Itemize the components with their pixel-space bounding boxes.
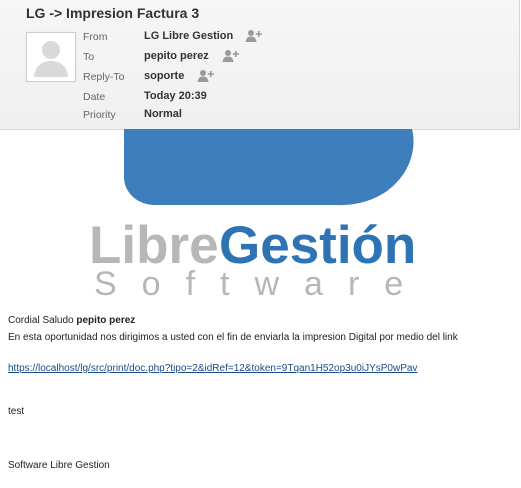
recipient-name: pepito perez [76, 315, 136, 326]
header-row-date: Date Today 20:39 [0, 89, 519, 107]
header-row-from: From LG Libre Gestion [0, 29, 519, 47]
print-link-line: https://localhost/lg/src/print/doc.php?t… [8, 363, 417, 374]
note-text: test [8, 406, 25, 417]
reply-to-value[interactable]: soporte [144, 70, 184, 82]
cloud-shape [124, 129, 414, 206]
add-contact-icon[interactable] [197, 69, 215, 85]
print-link[interactable]: https://localhost/lg/src/print/doc.php?t… [8, 363, 417, 374]
signature-text: Software Libre Gestion [8, 460, 110, 471]
to-label: To [83, 51, 95, 63]
header-row-reply-to: Reply-To soporte [0, 69, 519, 87]
reply-to-label: Reply-To [83, 71, 125, 83]
priority-value: Normal [144, 108, 182, 120]
date-label: Date [83, 91, 106, 103]
add-contact-icon[interactable] [245, 29, 263, 45]
greeting-line: Cordial Saludo pepito perez [8, 315, 135, 326]
from-label: From [83, 31, 108, 43]
greeting-text: Cordial Saludo [8, 315, 74, 326]
priority-label: Priority [83, 109, 116, 121]
intro-text: En esta oportunidad nos dirigimos a uste… [8, 332, 458, 343]
header-row-to: To pepito perez [0, 49, 519, 67]
date-value: Today 20:39 [144, 90, 207, 102]
from-value[interactable]: LG Libre Gestion [144, 30, 233, 42]
to-value[interactable]: pepito perez [144, 50, 209, 62]
message-subject: LG -> Impresion Factura 3 [26, 5, 200, 21]
logo-tagline: Software [94, 265, 428, 301]
libre-gestion-logo: Libre Gestión Software [89, 129, 428, 301]
header-row-priority: Priority Normal [0, 107, 519, 125]
message-header: LG -> Impresion Factura 3 From LG Libre … [0, 0, 520, 130]
add-contact-icon[interactable] [222, 49, 240, 65]
